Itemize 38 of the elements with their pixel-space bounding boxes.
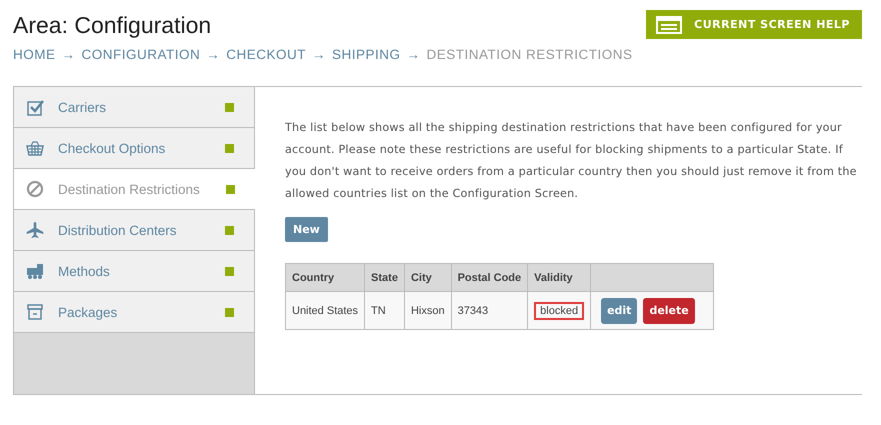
new-button[interactable]: New [285,217,328,242]
table-cell: TN [364,292,404,330]
column-header: State [364,264,404,292]
breadcrumb-link[interactable]: CHECKOUT [226,47,306,62]
breadcrumb-arrow: → [312,47,326,62]
highlighted-text: blocked [534,302,584,320]
checkbox-icon [26,98,44,116]
description-text: The list below shows all the shipping destination restrictions that have been configured for your account. Please note these restrictions are useful for blocking shipments to a particular State. If you don't want to receive orders from a particular country then you should just remove it from the allowed countries list on the Configuration Screen. [285,120,858,202]
sidebar-item[interactable]: Packages [14,292,254,333]
breadcrumb-current: DESTINATION RESTRICTIONS [426,47,633,62]
edit-button[interactable]: edit [601,298,638,324]
sidebar-item[interactable]: Destination Restrictions [14,169,255,210]
sidebar-item[interactable]: Checkout Options [14,128,254,169]
help-button[interactable]: CURRENT SCREEN HELP [646,10,862,39]
breadcrumb-arrow: → [406,47,421,62]
airplane-icon [26,221,44,239]
box-icon [26,303,44,321]
breadcrumb-link[interactable]: HOME [13,47,56,62]
breadcrumb-arrow: → [206,47,220,62]
breadcrumb-link[interactable]: SHIPPING [332,47,401,62]
window-icon [656,16,682,34]
table-cell: Hixson [404,292,452,330]
page-title: Area: Configuration [13,12,212,39]
delete-button[interactable]: delete [643,298,695,324]
sidebar-item[interactable]: Distribution Centers [14,210,254,251]
sidebar-item[interactable]: Carriers [14,87,254,128]
breadcrumb-link[interactable]: CONFIGURATION [82,47,200,62]
breadcrumb-arrow: → [62,47,76,62]
truck-icon [26,262,44,280]
table-cell: United States [286,292,365,330]
table-cell: 37343 [451,292,528,330]
basket-icon [26,139,44,157]
column-header: Postal Code [451,264,528,292]
column-header: Validity [528,264,591,292]
column-header: City [404,264,452,292]
ban-icon [26,180,44,198]
column-header: Country [286,264,365,292]
sidebar-item[interactable]: Methods [14,251,254,292]
